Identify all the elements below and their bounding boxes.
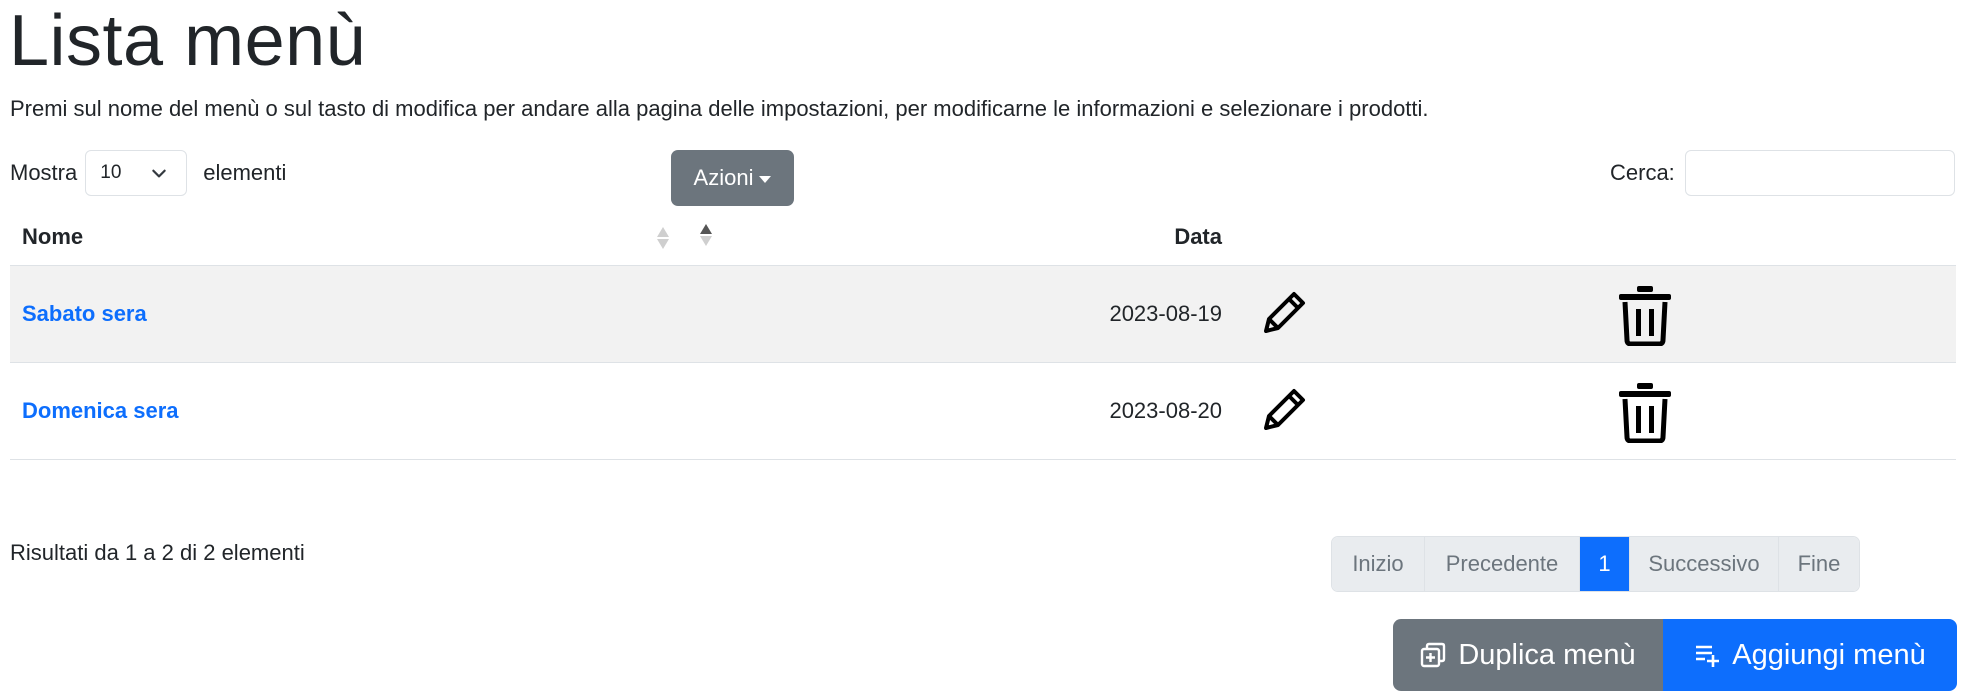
table-row: Domenica sera 2023-08-20 <box>10 363 1956 460</box>
page-length-select[interactable]: 10 <box>85 150 188 196</box>
page-title: Lista menù <box>9 1 367 81</box>
duplicate-menu-button[interactable]: Duplica menù <box>1393 619 1663 691</box>
table-row: Sabato sera 2023-08-19 <box>10 266 1956 363</box>
menu-table: Nome Data Sabato sera 2023-08-19 Domenic… <box>10 214 1956 460</box>
pagination: Inizio Precedente 1 Successivo Fine <box>1331 536 1860 592</box>
length-label-before: Mostra <box>10 160 78 185</box>
add-menu-button[interactable]: Aggiungi menù <box>1663 619 1957 691</box>
caret-down-icon <box>759 175 772 183</box>
page-description: Premi sul nome del menù o sul tasto di m… <box>10 96 1429 121</box>
pagination-last[interactable]: Fine <box>1779 537 1859 591</box>
pagination-page-1[interactable]: 1 <box>1580 537 1630 591</box>
page-length-value: 10 <box>100 162 122 183</box>
pagination-previous[interactable]: Precedente <box>1425 537 1580 591</box>
table-info: Risultati da 1 a 2 di 2 elementi <box>10 540 305 565</box>
length-control: Mostra 10 elementi <box>10 150 286 196</box>
actions-dropdown-button[interactable]: Azioni <box>671 150 794 206</box>
duplicate-icon <box>1421 642 1446 668</box>
menu-date: 2023-08-19 <box>1109 301 1222 326</box>
trash-icon[interactable] <box>1615 379 1675 443</box>
sort-asc-icon[interactable] <box>699 222 713 248</box>
search-input[interactable] <box>1684 150 1955 196</box>
pencil-icon[interactable] <box>1254 381 1314 441</box>
table-header: Nome Data <box>10 214 1956 266</box>
duplicate-menu-label: Duplica menù <box>1458 638 1636 671</box>
pagination-first[interactable]: Inizio <box>1332 537 1425 591</box>
menu-date: 2023-08-20 <box>1109 398 1222 423</box>
menu-name-link[interactable]: Sabato sera <box>22 301 147 327</box>
column-header-data[interactable]: Data <box>1174 224 1222 250</box>
chevron-down-icon <box>152 169 166 178</box>
column-header-nome[interactable]: Nome <box>22 224 83 250</box>
add-menu-label: Aggiungi menù <box>1732 638 1926 671</box>
pencil-icon[interactable] <box>1254 284 1314 344</box>
menu-name-link[interactable]: Domenica sera <box>22 398 179 424</box>
trash-icon[interactable] <box>1615 282 1675 346</box>
length-label-after: elementi <box>203 160 287 185</box>
actions-label: Azioni <box>693 165 754 190</box>
bottom-actions: Duplica menù Aggiungi menù <box>1393 619 1957 691</box>
search-control: Cerca: <box>1610 150 1955 196</box>
sort-both-icon[interactable] <box>656 225 670 251</box>
playlist-add-icon <box>1696 645 1720 667</box>
search-label: Cerca: <box>1610 160 1675 185</box>
pagination-next[interactable]: Successivo <box>1630 537 1779 591</box>
